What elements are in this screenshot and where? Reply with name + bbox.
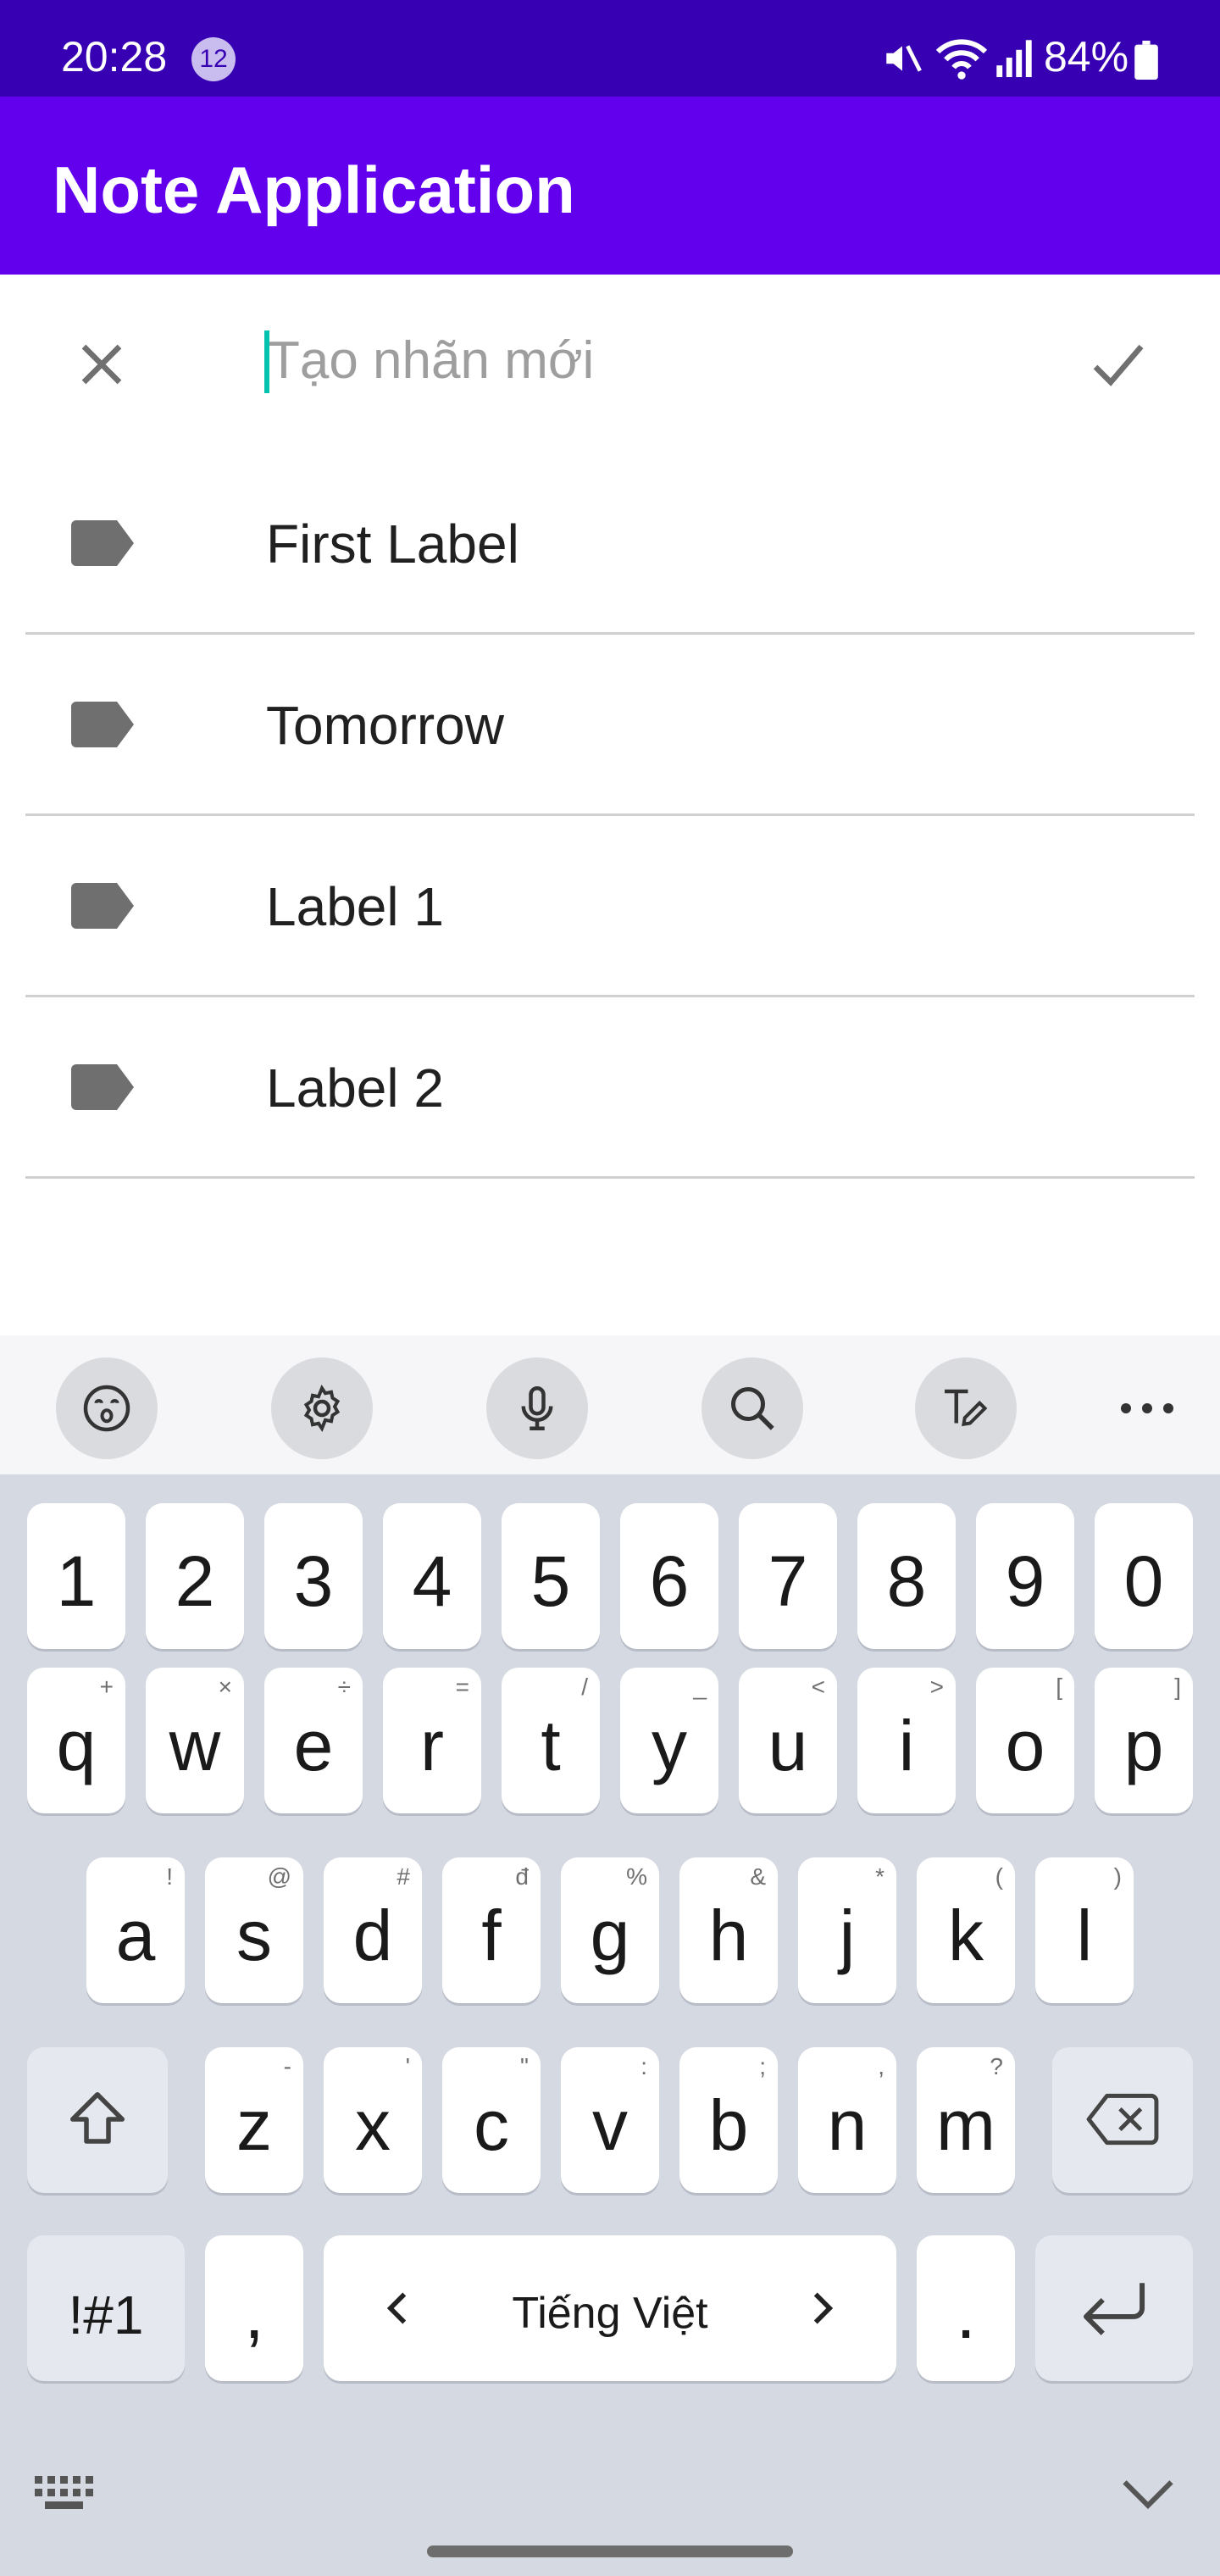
chevron-right-icon: [813, 2292, 834, 2324]
comma-key[interactable]: ,: [205, 2235, 303, 2381]
wifi-icon: [934, 34, 990, 81]
emoji-button[interactable]: [56, 1357, 158, 1459]
label-tag-icon: [71, 520, 134, 566]
key-y[interactable]: _ y: [620, 1668, 718, 1813]
key-p[interactable]: ] p: [1095, 1668, 1193, 1813]
search-icon: [731, 1387, 774, 1430]
label-tag-icon: [71, 1064, 134, 1110]
key-d[interactable]: # d: [324, 1857, 422, 2003]
key-w[interactable]: × w: [146, 1668, 244, 1813]
key-7[interactable]: 7: [739, 1503, 837, 1649]
key-2[interactable]: 2: [146, 1503, 244, 1649]
key-x[interactable]: ' x: [324, 2047, 422, 2193]
keyboard-toolbar: [0, 1335, 1220, 1474]
voice-input-button[interactable]: [486, 1357, 588, 1459]
label-tag-icon: [71, 702, 134, 747]
label-name: Label 2: [266, 1058, 444, 1119]
confirm-new-label-button[interactable]: [1084, 334, 1152, 395]
chevron-down-icon: [1123, 2480, 1173, 2510]
status-bar: 20:28 12 84%: [0, 0, 1220, 97]
key-4[interactable]: 4: [383, 1503, 481, 1649]
key-0[interactable]: 0: [1095, 1503, 1193, 1649]
backspace-key[interactable]: [1052, 2047, 1193, 2193]
app-bar: Note Application: [0, 97, 1220, 275]
key-a[interactable]: ! a: [86, 1857, 185, 2003]
label-tag-icon: [71, 883, 134, 929]
key-u[interactable]: < u: [739, 1668, 837, 1813]
label-name: Tomorrow: [266, 695, 504, 756]
key-o[interactable]: [o: [976, 1668, 1074, 1813]
key-z[interactable]: -z: [205, 2047, 303, 2193]
key-8[interactable]: 8: [857, 1503, 956, 1649]
key-b[interactable]: ; b: [679, 2047, 778, 2193]
mute-icon: [881, 37, 923, 80]
key-g[interactable]: % g: [561, 1857, 659, 2003]
keyboard-switch-button[interactable]: [32, 2471, 103, 2517]
more-options-button[interactable]: [1115, 1383, 1179, 1434]
key-j[interactable]: * j: [798, 1857, 896, 2003]
shift-icon: [69, 2091, 125, 2144]
gesture-navigation-bar[interactable]: [427, 2545, 793, 2557]
key-s[interactable]: @ s: [205, 1857, 303, 2003]
more-icon: [1121, 1403, 1173, 1413]
key-3[interactable]: 3: [264, 1503, 363, 1649]
label-item[interactable]: Label 1: [25, 813, 1195, 997]
text-cursor: [264, 330, 269, 393]
key-9[interactable]: 9: [976, 1503, 1074, 1649]
key-q[interactable]: + q: [27, 1668, 125, 1813]
notification-count-badge: 12: [191, 37, 236, 81]
key-r[interactable]: = r: [383, 1668, 481, 1813]
key-1[interactable]: 1: [27, 1503, 125, 1649]
key-f[interactable]: đf: [442, 1857, 541, 2003]
checkmark-icon: [1093, 344, 1144, 386]
key-5[interactable]: 5: [502, 1503, 600, 1649]
label-name: Label 1: [266, 876, 444, 937]
label-item[interactable]: First Label: [25, 451, 1195, 635]
symbols-key[interactable]: !#1: [27, 2235, 185, 2381]
status-time: 20:28: [61, 33, 168, 80]
handwriting-icon: [945, 1389, 988, 1427]
key-e[interactable]: ÷ e: [264, 1668, 363, 1813]
hide-keyboard-button[interactable]: [1120, 2473, 1176, 2515]
key-6[interactable]: 6: [620, 1503, 718, 1649]
key-h[interactable]: & h: [679, 1857, 778, 2003]
key-c[interactable]: " c: [442, 2047, 541, 2193]
shift-key[interactable]: [27, 2047, 168, 2193]
space-key[interactable]: Tiếng Việt: [324, 2235, 896, 2381]
keyboard-icon: [35, 2476, 93, 2509]
label-item[interactable]: Tomorrow: [25, 632, 1195, 816]
microphone-icon: [521, 1386, 553, 1430]
enter-icon: [1083, 2283, 1145, 2335]
key-t[interactable]: / t: [502, 1668, 600, 1813]
enter-key[interactable]: [1035, 2235, 1193, 2381]
label-name: First Label: [266, 514, 519, 575]
key-n[interactable]: ,n: [798, 2047, 896, 2193]
settings-icon: [303, 1384, 341, 1433]
key-v[interactable]: :v: [561, 2047, 659, 2193]
backspace-icon: [1086, 2093, 1159, 2146]
key-m[interactable]: ? m: [917, 2047, 1015, 2193]
new-label-row: [0, 275, 1220, 444]
cancel-new-label-button[interactable]: [71, 334, 132, 395]
key-i[interactable]: > i: [857, 1668, 956, 1813]
keyboard-search-button[interactable]: [702, 1357, 803, 1459]
handwriting-button[interactable]: [915, 1357, 1017, 1459]
label-item[interactable]: Label 2: [25, 995, 1195, 1179]
close-icon: [81, 344, 122, 385]
on-screen-keyboard: 1 2 3 4 5 6 7 8 9 0 + q × w ÷ e = r / t _ y < u…: [0, 1335, 1220, 2576]
period-key[interactable]: .: [917, 2235, 1015, 2381]
emoji-icon: [83, 1385, 130, 1432]
app-title: Note Application: [53, 153, 575, 227]
key-k[interactable]: (k: [917, 1857, 1015, 2003]
battery-percentage: 84%: [1044, 33, 1129, 80]
signal-icon: [995, 37, 1034, 78]
new-label-input[interactable]: [263, 314, 1047, 407]
battery-icon: [1134, 41, 1159, 80]
keyboard-settings-button[interactable]: [271, 1357, 373, 1459]
key-l[interactable]: ) l: [1035, 1857, 1134, 2003]
